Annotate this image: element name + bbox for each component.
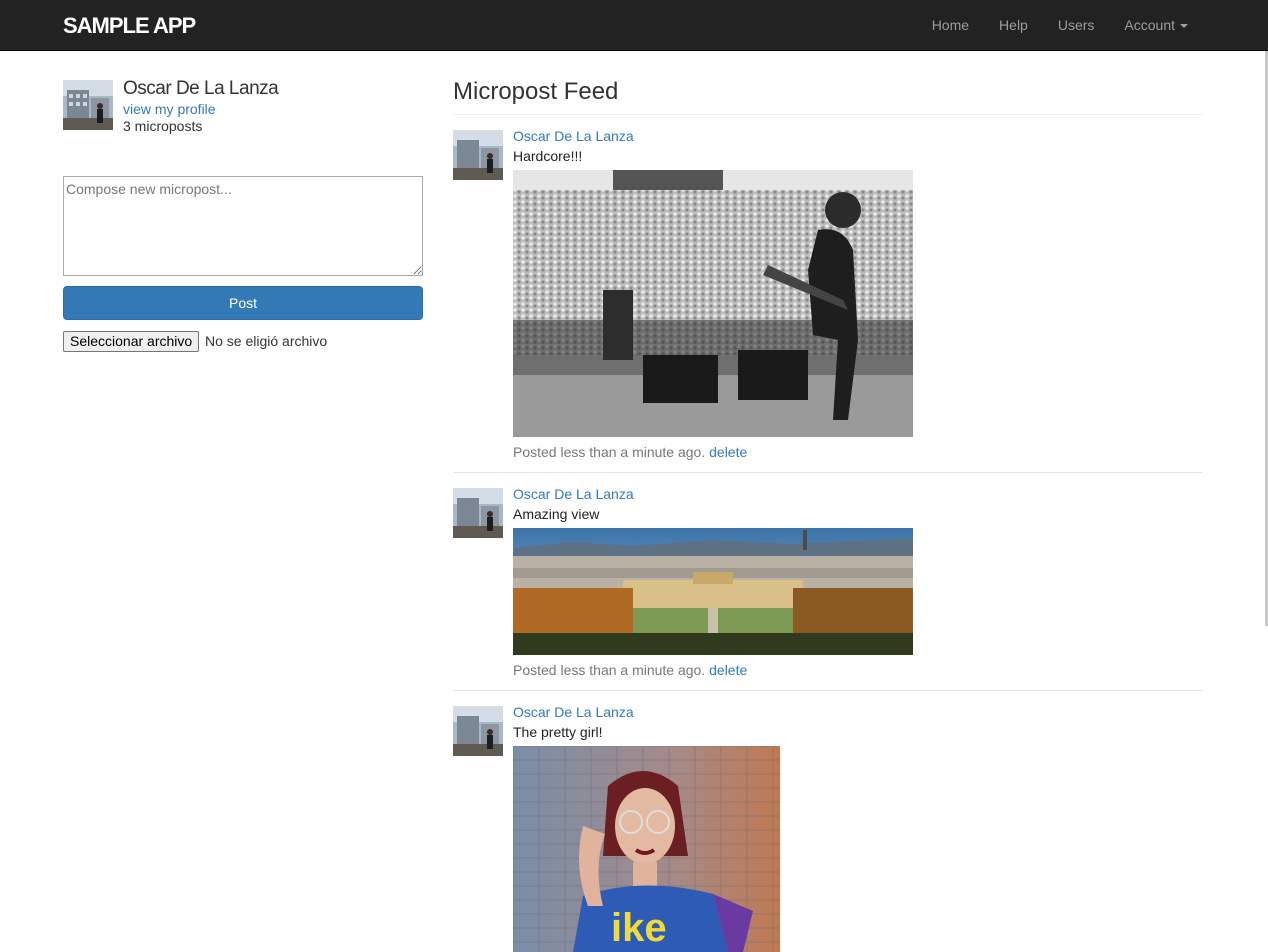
post-timestamp: Posted less than a minute ago. delete bbox=[513, 661, 747, 679]
nav-help[interactable]: Help bbox=[984, 0, 1043, 50]
nav-account-label: Account bbox=[1124, 17, 1175, 33]
file-status: No se eligió archivo bbox=[205, 333, 328, 349]
brand-logo[interactable]: SAMPLE APP bbox=[63, 12, 196, 40]
choose-file-button[interactable]: Seleccionar archivo bbox=[63, 331, 200, 352]
post-timestamp: Posted less than a minute ago. delete bbox=[513, 443, 747, 461]
post-user-link[interactable]: Oscar De La Lanza bbox=[513, 127, 634, 145]
micropost: Oscar De La Lanza The pretty girl! ike bbox=[453, 691, 1203, 952]
post-content: The pretty girl! bbox=[513, 724, 603, 740]
city-palace-photo bbox=[513, 528, 913, 655]
timestamp-text: Posted less than a minute ago. bbox=[513, 662, 706, 678]
avatar[interactable] bbox=[453, 706, 503, 756]
micropost: Oscar De La Lanza Hardcore!!! Posted les… bbox=[453, 115, 1203, 473]
avatar[interactable] bbox=[453, 130, 503, 180]
portrait-photo: ike bbox=[513, 746, 780, 952]
feed-title: Micropost Feed bbox=[453, 78, 619, 105]
navbar: SAMPLE APP Home Help Users Account bbox=[0, 0, 1268, 51]
post-user-link[interactable]: Oscar De La Lanza bbox=[513, 485, 634, 503]
avatar[interactable] bbox=[63, 80, 113, 130]
nav-users[interactable]: Users bbox=[1043, 0, 1110, 50]
micropost: Oscar De La Lanza Amazing view Posted le… bbox=[453, 473, 1203, 691]
post-content: Amazing view bbox=[513, 506, 600, 522]
post-user-link[interactable]: Oscar De La Lanza bbox=[513, 703, 634, 721]
post-content: Hardcore!!! bbox=[513, 148, 583, 164]
nav-account-dropdown[interactable]: Account bbox=[1109, 0, 1203, 50]
view-profile-link[interactable]: view my profile bbox=[123, 100, 216, 118]
micropost-count: 3 microposts bbox=[123, 118, 203, 134]
post-button[interactable]: Post bbox=[63, 286, 423, 320]
nav-home[interactable]: Home bbox=[917, 0, 984, 50]
timestamp-text: Posted less than a minute ago. bbox=[513, 444, 706, 460]
user-name: Oscar De La Lanza bbox=[123, 78, 279, 99]
nav-links: Home Help Users Account bbox=[917, 0, 1203, 50]
caret-down-icon bbox=[1180, 24, 1188, 29]
delete-link[interactable]: delete bbox=[709, 662, 747, 678]
compose-textarea[interactable] bbox=[63, 176, 423, 276]
avatar[interactable] bbox=[453, 488, 503, 538]
svg-text:ike: ike bbox=[611, 906, 667, 950]
concert-photo bbox=[513, 170, 913, 437]
delete-link[interactable]: delete bbox=[709, 444, 747, 460]
